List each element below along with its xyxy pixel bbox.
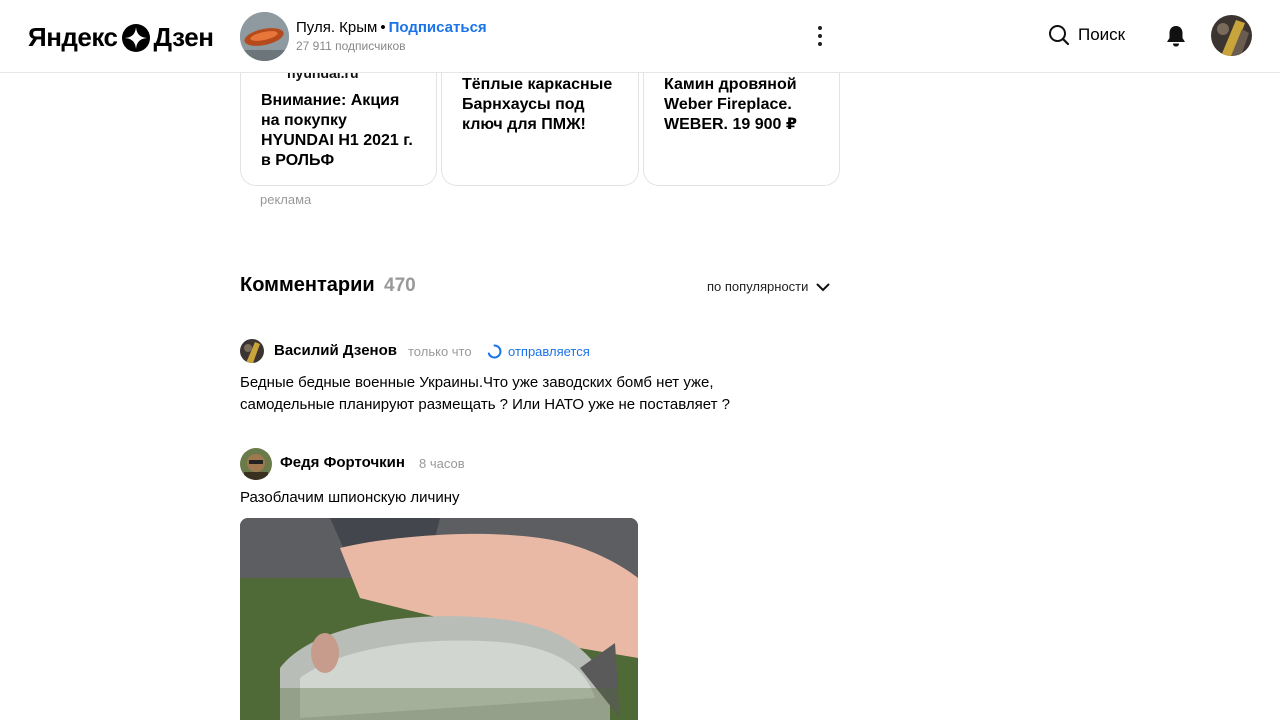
search-button[interactable]: Поиск <box>1048 24 1125 46</box>
dot-icon <box>818 26 822 30</box>
comments-count: 470 <box>384 275 416 296</box>
zen-star-icon <box>121 23 150 52</box>
sort-label: по популярности <box>707 279 809 294</box>
ad-label: реклама <box>260 192 312 207</box>
yandex-zen-logo[interactable]: Яндекс Дзен <box>28 22 214 53</box>
channel-name-line: Пуля. Крым • Подписаться <box>296 19 487 36</box>
user-avatar[interactable] <box>1211 15 1252 56</box>
loading-spinner-icon <box>487 344 502 359</box>
logo-text-right: Дзен <box>153 22 214 52</box>
channel-name[interactable]: Пуля. Крым <box>296 19 377 36</box>
comment-author[interactable]: Федя Форточкин <box>280 454 405 471</box>
chevron-down-icon <box>816 283 830 291</box>
ad-title: Камин дровяной Weber Fireplace. WEBER. 1… <box>664 76 797 133</box>
subscriber-count: 27 911 подписчиков <box>296 39 406 53</box>
dot-icon <box>818 42 822 46</box>
comment-text: Разоблачим шпионскую личину <box>240 489 460 506</box>
comment-author-avatar[interactable] <box>240 339 264 363</box>
separator-dot: • <box>380 19 386 36</box>
status-label: отправляется <box>508 344 590 359</box>
comment-text: Бедные бедные военные Украины.Что уже за… <box>240 374 730 413</box>
comment-author[interactable]: Василий Дзенов <box>274 342 397 359</box>
comment-attached-photo[interactable] <box>240 518 638 720</box>
comments-title: Комментарии <box>240 274 375 296</box>
channel-avatar[interactable] <box>240 12 289 61</box>
ad-title: Внимание: Акция на покупку HYUNDAI H1 20… <box>261 92 413 169</box>
top-bar: Яндекс Дзен Пуля. Крым • Подписаться 27 91… <box>0 0 1280 73</box>
sort-dropdown[interactable]: по популярности <box>707 279 830 294</box>
search-label: Поиск <box>1078 25 1126 44</box>
dot-icon <box>818 34 822 38</box>
search-icon <box>1049 25 1070 46</box>
comment-author-avatar[interactable] <box>240 448 272 480</box>
comment-status: отправляется <box>487 344 590 359</box>
more-options-button[interactable] <box>808 22 832 50</box>
notifications-bell-icon[interactable] <box>1165 24 1187 48</box>
ad-title: Тёплые каркасные Барнхаусы под ключ для … <box>462 76 613 133</box>
subscribe-button[interactable]: Подписаться <box>389 19 487 36</box>
comment-time: только что <box>408 344 472 359</box>
comment-time: 8 часов <box>419 456 465 471</box>
logo-text-left: Яндекс <box>28 22 118 52</box>
